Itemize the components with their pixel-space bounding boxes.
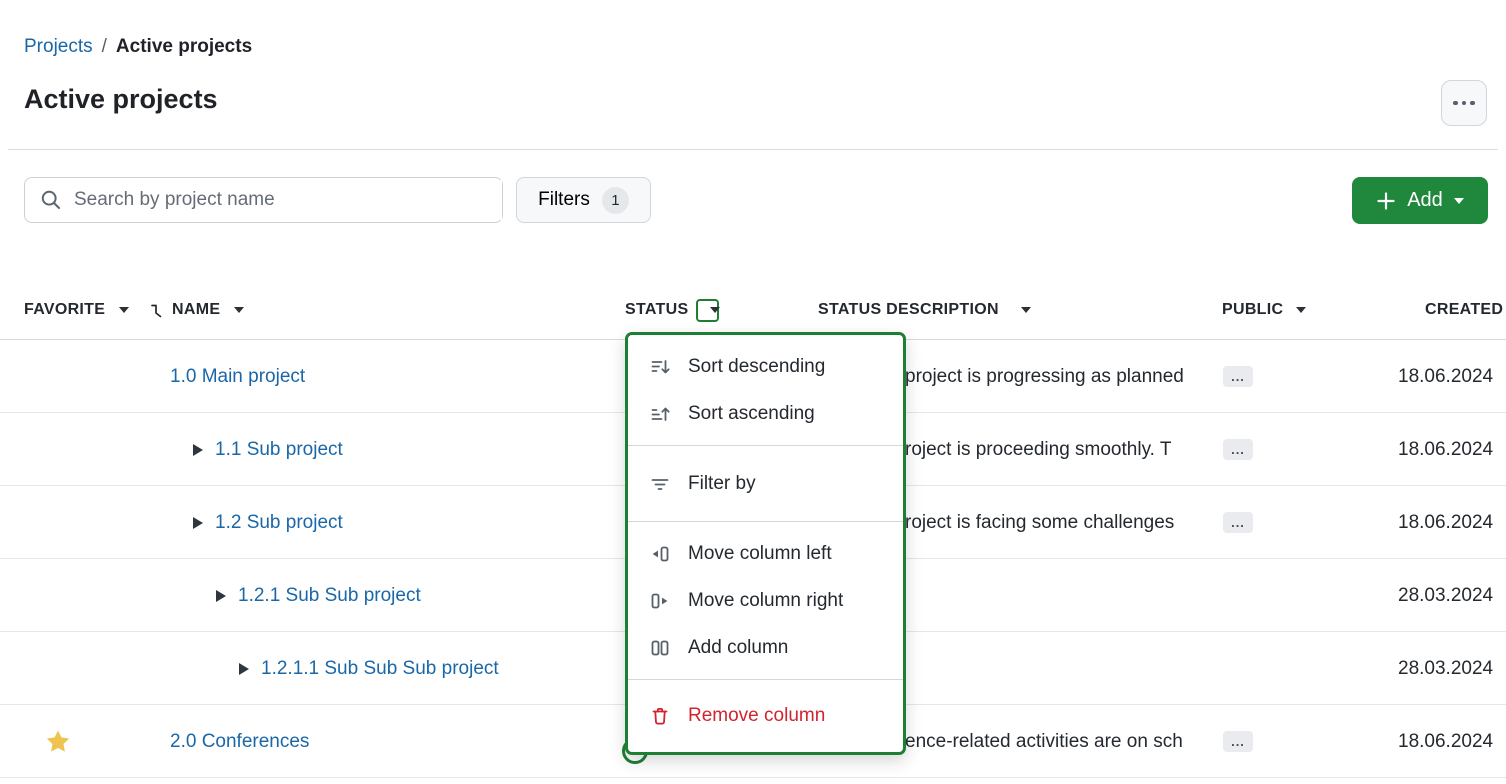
name-cell: 1.2.1.1 Sub Sub Sub project [152,632,499,705]
expand-description-button[interactable]: ... [1223,439,1253,460]
search-icon [40,189,62,211]
expand-description-button[interactable]: ... [1223,366,1253,387]
project-link[interactable]: 1.2.1 Sub Sub project [238,585,421,607]
status-description-text: roject is proceeding smoothly. T [905,439,1213,461]
add-icon [1376,191,1396,211]
name-cell: 1.1 Sub project [152,413,343,486]
add-column-icon [649,637,671,659]
search-box [24,177,503,223]
remove-column-icon [649,705,671,727]
status-column-menu-trigger[interactable] [696,299,719,322]
breadcrumb: Projects / Active projects [24,36,252,58]
project-link[interactable]: 1.2 Sub project [215,512,343,534]
breadcrumb-current: Active projects [116,36,252,58]
menu-item-move-column-right[interactable]: Move column right [628,577,903,624]
menu-item-move-column-left[interactable]: Move column left [628,530,903,577]
created-cell: 18.06.2024 [1398,486,1493,559]
move-column-left-icon [649,543,671,565]
filters-label: Filters [538,189,590,211]
name-cell: 1.2.1 Sub Sub project [152,559,421,632]
name-cell: 1.0 Main project [152,340,305,413]
filters-count-badge: 1 [602,187,629,214]
chevron-down-icon [710,307,720,313]
menu-item-remove-column[interactable]: Remove column [628,692,903,739]
menu-item-sort-ascending[interactable]: Sort ascending [628,390,903,437]
expand-row-icon[interactable] [239,663,249,675]
menu-item-sort-descending[interactable]: Sort descending [628,343,903,390]
chevron-down-icon [1296,307,1306,313]
more-actions-icon [1453,101,1458,106]
add-button[interactable]: Add [1352,177,1488,224]
filter-icon [649,473,671,495]
breadcrumb-projects-link[interactable]: Projects [24,36,93,58]
expand-row-icon[interactable] [193,444,203,456]
status-column-menu: Sort descending Sort ascending Filter by… [625,332,906,755]
status-description-text: project is progressing as planned [905,366,1213,388]
sort-ascending-icon [649,403,671,425]
breadcrumb-separator: / [102,36,107,58]
status-description-cell: project is progressing as planned ... [905,340,1253,413]
expand-description-button[interactable]: ... [1223,731,1253,752]
project-link[interactable]: 2.0 Conferences [170,731,309,753]
chevron-down-icon [1454,198,1464,204]
column-header-public[interactable]: PUBLIC [1222,280,1306,340]
add-button-label: Add [1407,189,1443,212]
created-cell: 28.03.2024 [1398,559,1493,632]
sort-descending-icon [649,356,671,378]
menu-item-filter-by[interactable]: Filter by [628,460,903,507]
column-header-created[interactable]: CREATED [1425,280,1503,340]
project-link[interactable]: 1.2.1.1 Sub Sub Sub project [261,658,499,680]
menu-item-add-column[interactable]: Add column [628,624,903,671]
favorite-star-icon[interactable] [44,728,72,755]
chevron-down-icon [119,307,129,313]
page-title: Active projects [24,84,218,115]
status-description-text: roject is facing some challenges [905,512,1213,534]
created-cell: 28.03.2024 [1398,632,1493,705]
status-description-text: ence-related activities are on sch [905,731,1213,753]
status-description-cell: ence-related activities are on sch ... [905,705,1253,778]
expand-row-icon[interactable] [216,590,226,602]
name-cell: 2.0 Conferences [152,705,309,778]
table-header-row: FAVORITE NAME STATUS STATUS DESCRIPTION … [0,280,1506,340]
column-header-status: STATUS [625,280,719,340]
status-description-cell: roject is facing some challenges ... [905,486,1253,559]
expand-description-button[interactable]: ... [1223,512,1253,533]
created-cell: 18.06.2024 [1398,705,1493,778]
chevron-down-icon [234,307,244,313]
column-header-favorite[interactable]: FAVORITE [24,280,129,340]
more-actions-button[interactable] [1441,80,1487,126]
project-link[interactable]: 1.1 Sub project [215,439,343,461]
created-cell: 18.06.2024 [1398,340,1493,413]
move-column-right-icon [649,590,671,612]
header-divider [8,149,1498,150]
expand-row-icon[interactable] [193,517,203,529]
created-cell: 18.06.2024 [1398,413,1493,486]
favorite-cell [24,705,144,778]
search-input[interactable] [74,180,502,220]
filters-button[interactable]: Filters 1 [516,177,651,223]
chevron-down-icon [1021,307,1031,313]
column-header-status-description[interactable]: STATUS DESCRIPTION [818,280,1031,340]
column-header-name[interactable]: NAME [150,280,244,340]
project-link[interactable]: 1.0 Main project [170,366,305,388]
name-cell: 1.2 Sub project [152,486,343,559]
sort-indicator-icon [150,302,164,319]
status-description-cell: roject is proceeding smoothly. T ... [905,413,1253,486]
